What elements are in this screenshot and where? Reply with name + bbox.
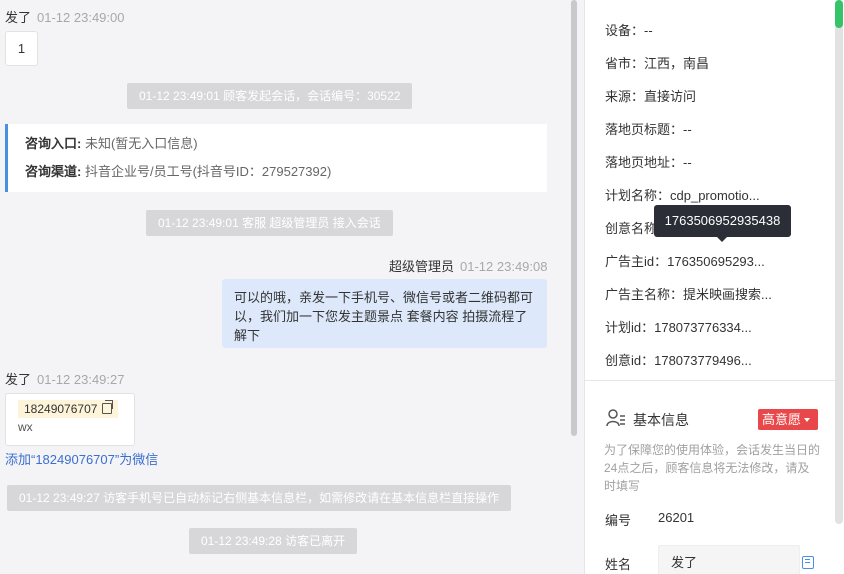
visitor-message-header: 发了 01-12 23:49:27: [5, 369, 124, 388]
consult-channel-row: 咨询渠道: 抖音企业号/员工号(抖音号ID：279527392): [25, 163, 547, 191]
basic-info-title: 基本信息: [633, 412, 689, 428]
info-scrollbar-thumb[interactable]: [835, 0, 843, 28]
consult-entry-label: 咨询入口:: [25, 136, 82, 151]
phone-message-text: wx: [18, 420, 33, 434]
intent-dropdown[interactable]: 高意愿: [758, 409, 818, 430]
consult-info-card: 咨询入口: 未知(暂无入口信息) 咨询渠道: 抖音企业号/员工号(抖音号ID：2…: [5, 124, 547, 192]
info-device: 设备：--: [605, 23, 653, 38]
visitor-name: 发了: [5, 10, 32, 25]
add-wechat-link[interactable]: 添加“18249076707”为微信: [5, 449, 158, 468]
info-source: 来源：直接访问: [605, 89, 697, 104]
info-advertiser-id[interactable]: 广告主id：176350695293...: [605, 251, 765, 270]
visitor-message-bubble: 1: [5, 31, 38, 66]
tooltip-arrow: [717, 237, 727, 242]
consult-entry-row: 咨询入口: 未知(暂无入口信息): [25, 135, 547, 163]
message-time: 01-12 23:49:00: [37, 10, 125, 25]
system-message-agent-join: 01-12 23:49:01 客服 超级管理员 接入会话: [146, 210, 393, 236]
info-plan-id[interactable]: 计划id：178073776334...: [605, 317, 752, 336]
info-plan-name[interactable]: 计划名称：cdp_promotio...: [605, 185, 760, 204]
phone-number-chip[interactable]: 18249076707: [18, 400, 119, 418]
consult-entry-value: 未知(暂无入口信息): [84, 136, 198, 151]
info-landing-title: 落地页标题：--: [605, 122, 692, 137]
agent-name: 超级管理员: [389, 259, 455, 274]
number-label: 编号: [605, 513, 632, 528]
message-time: 01-12 23:49:27: [37, 372, 125, 387]
info-creative-id[interactable]: 创意id：178073779496...: [605, 350, 752, 369]
advertiser-id-tooltip: 1763506952935438: [654, 205, 791, 237]
system-message-visitor-left: 01-12 23:49:28 访客已离开: [189, 528, 358, 554]
info-province-city: 省市：江西，南昌: [605, 56, 710, 71]
intent-label: 高意愿: [762, 412, 802, 427]
copy-icon[interactable]: [102, 400, 114, 414]
visitor-name: 发了: [5, 372, 32, 387]
info-landing-url: 落地页地址：--: [605, 155, 692, 170]
caret-down-icon: [804, 418, 811, 422]
name-label: 姓名: [605, 557, 632, 572]
info-advertiser-name[interactable]: 广告主名称：提米映画搜索...: [605, 284, 772, 303]
system-message-phone-marked: 01-12 23:49:27 访客手机号已自动标记右侧基本信息栏，如需修改请在基…: [7, 485, 512, 511]
phone-number: 18249076707: [24, 402, 98, 416]
chat-panel: 发了 01-12 23:49:00 1 01-12 23:49:01 顾客发起会话…: [0, 0, 584, 574]
visitor-message-header: 发了 01-12 23:49:00: [5, 7, 124, 26]
edit-notice: 为了保障您的使用体验，会话发生当日的24点之后，顾客信息将无法修改，请及时填写: [604, 443, 821, 493]
section-divider: [584, 380, 838, 381]
agent-message-bubble: 可以的哦，亲发一下手机号、微信号或者二维码都可以，我们加一下您发主题景点 套餐内…: [222, 279, 547, 348]
name-field[interactable]: 发了: [658, 545, 800, 574]
consult-channel-label: 咨询渠道:: [25, 164, 82, 179]
message-time: 01-12 23:49:08: [460, 259, 548, 274]
chat-scrollbar[interactable]: [571, 0, 577, 436]
agent-message-header: 超级管理员 01-12 23:49:08: [389, 256, 547, 275]
system-message-session-start: 01-12 23:49:01 顾客发起会话，会话编号：30522: [127, 83, 413, 109]
number-value: 26201: [658, 510, 695, 525]
phone-message-card: 18249076707 wx: [5, 393, 135, 446]
consult-channel-value: 抖音企业号/员工号(抖音号ID：279527392): [84, 164, 332, 179]
info-scrollbar[interactable]: [835, 0, 843, 524]
copy-icon[interactable]: [802, 556, 814, 569]
person-list-icon: [606, 409, 625, 427]
